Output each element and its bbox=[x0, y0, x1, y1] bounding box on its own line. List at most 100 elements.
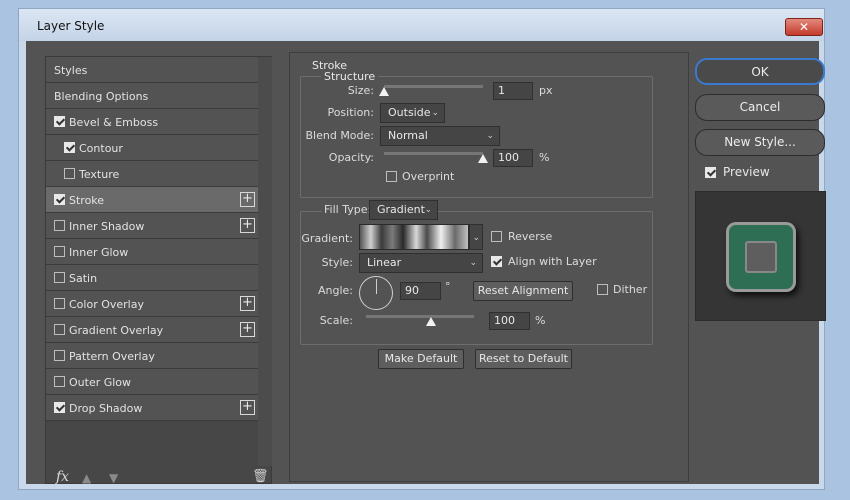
scale-slider-thumb[interactable] bbox=[425, 317, 436, 326]
reverse-checkbox[interactable] bbox=[491, 231, 502, 242]
position-value: Outside bbox=[388, 106, 431, 119]
chevron-down-icon: ⌄ bbox=[424, 205, 432, 215]
opacity-unit: % bbox=[539, 151, 550, 164]
style-row-12[interactable]: Outer Glow bbox=[46, 369, 258, 395]
make-default-button[interactable]: Make Default bbox=[378, 349, 464, 369]
ok-button[interactable]: OK bbox=[695, 58, 825, 85]
opacity-slider-thumb[interactable] bbox=[478, 154, 488, 163]
style-label: Bevel & Emboss bbox=[69, 116, 159, 129]
style-row-0[interactable]: Styles bbox=[46, 57, 258, 83]
opacity-slider-track[interactable] bbox=[384, 152, 483, 155]
fx-icon[interactable]: fx bbox=[56, 469, 69, 485]
position-dropdown[interactable]: Outside ⌄ bbox=[380, 103, 445, 123]
chevron-down-icon: ⌄ bbox=[469, 258, 477, 268]
style-label: Drop Shadow bbox=[69, 402, 143, 415]
preview-shape bbox=[726, 222, 796, 292]
close-button[interactable]: ✕ bbox=[785, 18, 823, 36]
style-label: Pattern Overlay bbox=[69, 350, 155, 363]
style-row-13[interactable]: Drop Shadow + bbox=[46, 395, 258, 421]
style-label: Styles bbox=[54, 64, 88, 77]
size-unit: px bbox=[539, 84, 553, 97]
opacity-label: Opacity: bbox=[328, 151, 374, 164]
style-label: Stroke bbox=[69, 194, 105, 207]
scale-slider-track[interactable] bbox=[366, 315, 474, 318]
styles-toolbar: fx ▲ ▼ 🗑 bbox=[46, 466, 272, 494]
style-row-8[interactable]: Satin bbox=[46, 265, 258, 291]
styles-panel: Styles Blending Options Bevel & Emboss Cont… bbox=[45, 56, 272, 485]
style-checkbox[interactable] bbox=[54, 402, 65, 413]
structure-title: Structure bbox=[321, 70, 379, 83]
dialog-title: Layer Style bbox=[37, 19, 105, 33]
style-checkbox[interactable] bbox=[54, 350, 65, 361]
size-slider-track[interactable] bbox=[384, 85, 483, 88]
reset-to-default-button[interactable]: Reset to Default bbox=[475, 349, 572, 369]
opacity-field[interactable]: 100 bbox=[493, 149, 533, 167]
angle-dial[interactable] bbox=[359, 276, 393, 310]
size-label: Size: bbox=[347, 84, 374, 97]
reset-alignment-button[interactable]: Reset Alignment bbox=[473, 281, 573, 301]
overprint-label: Overprint bbox=[402, 170, 455, 183]
cancel-button[interactable]: Cancel bbox=[695, 94, 825, 121]
style-label: Outer Glow bbox=[69, 376, 132, 389]
style-row-4[interactable]: Texture bbox=[46, 161, 258, 187]
gradient-picker-button[interactable]: ⌄ bbox=[469, 224, 483, 250]
preview-checkbox[interactable] bbox=[705, 167, 716, 178]
title-bar: Layer Style ✕ bbox=[19, 9, 824, 41]
style-label: Inner Shadow bbox=[69, 220, 145, 233]
gradient-label: Gradient: bbox=[301, 232, 353, 245]
blend-mode-label: Blend Mode: bbox=[305, 129, 375, 142]
style-label: Blending Options bbox=[54, 90, 149, 103]
angle-label: Angle: bbox=[317, 284, 353, 297]
style-row-11[interactable]: Pattern Overlay bbox=[46, 343, 258, 369]
style-row-10[interactable]: Gradient Overlay + bbox=[46, 317, 258, 343]
chevron-down-icon: ⌄ bbox=[431, 108, 439, 118]
fill-type-dropdown[interactable]: Gradient ⌄ bbox=[369, 200, 438, 220]
style-row-9[interactable]: Color Overlay + bbox=[46, 291, 258, 317]
style-label: Texture bbox=[79, 168, 120, 181]
style-row-7[interactable]: Inner Glow bbox=[46, 239, 258, 265]
arrow-down-icon[interactable]: ▼ bbox=[109, 471, 118, 485]
blend-mode-dropdown[interactable]: Normal ⌄ bbox=[380, 126, 500, 146]
add-style-button[interactable]: + bbox=[240, 218, 255, 233]
arrow-up-icon[interactable]: ▲ bbox=[82, 471, 91, 485]
style-row-5[interactable]: Stroke + bbox=[46, 187, 258, 213]
reverse-label: Reverse bbox=[508, 230, 553, 243]
style-checkbox[interactable] bbox=[54, 298, 65, 309]
style-checkbox[interactable] bbox=[64, 142, 75, 153]
styles-scrollbar[interactable] bbox=[258, 57, 272, 466]
style-checkbox[interactable] bbox=[54, 324, 65, 335]
position-label: Position: bbox=[327, 106, 374, 119]
scale-field[interactable]: 100 bbox=[489, 312, 530, 330]
dialog-body: Styles Blending Options Bevel & Emboss Cont… bbox=[26, 41, 826, 485]
add-style-button[interactable]: + bbox=[240, 400, 255, 415]
style-checkbox[interactable] bbox=[54, 376, 65, 387]
style-checkbox[interactable] bbox=[64, 168, 75, 179]
style-row-1[interactable]: Blending Options bbox=[46, 83, 258, 109]
style-checkbox[interactable] bbox=[54, 220, 65, 231]
size-field[interactable]: 1 bbox=[493, 82, 533, 100]
style-dropdown[interactable]: Linear ⌄ bbox=[359, 253, 483, 273]
style-checkbox[interactable] bbox=[54, 272, 65, 283]
align-with-layer-checkbox[interactable] bbox=[491, 256, 502, 267]
angle-field[interactable]: 90 bbox=[400, 282, 441, 300]
add-style-button[interactable]: + bbox=[240, 322, 255, 337]
size-slider-thumb[interactable] bbox=[379, 87, 389, 96]
new-style-button[interactable]: New Style... bbox=[695, 129, 825, 156]
gradient-swatch[interactable] bbox=[359, 224, 469, 250]
style-row-3[interactable]: Contour bbox=[46, 135, 258, 161]
style-label: Color Overlay bbox=[69, 298, 144, 311]
style-row-2[interactable]: Bevel & Emboss bbox=[46, 109, 258, 135]
add-style-button[interactable]: + bbox=[240, 296, 255, 311]
overprint-checkbox[interactable] bbox=[386, 171, 397, 182]
style-checkbox[interactable] bbox=[54, 194, 65, 205]
style-label: Style: bbox=[321, 256, 353, 269]
trash-icon[interactable]: 🗑 bbox=[252, 469, 269, 484]
preview-label: Preview bbox=[723, 165, 770, 179]
scale-unit: % bbox=[535, 314, 546, 327]
style-checkbox[interactable] bbox=[54, 246, 65, 257]
style-row-6[interactable]: Inner Shadow + bbox=[46, 213, 258, 239]
chevron-down-icon: ⌄ bbox=[472, 233, 480, 243]
add-style-button[interactable]: + bbox=[240, 192, 255, 207]
dither-checkbox[interactable] bbox=[597, 284, 608, 295]
style-checkbox[interactable] bbox=[54, 116, 65, 127]
